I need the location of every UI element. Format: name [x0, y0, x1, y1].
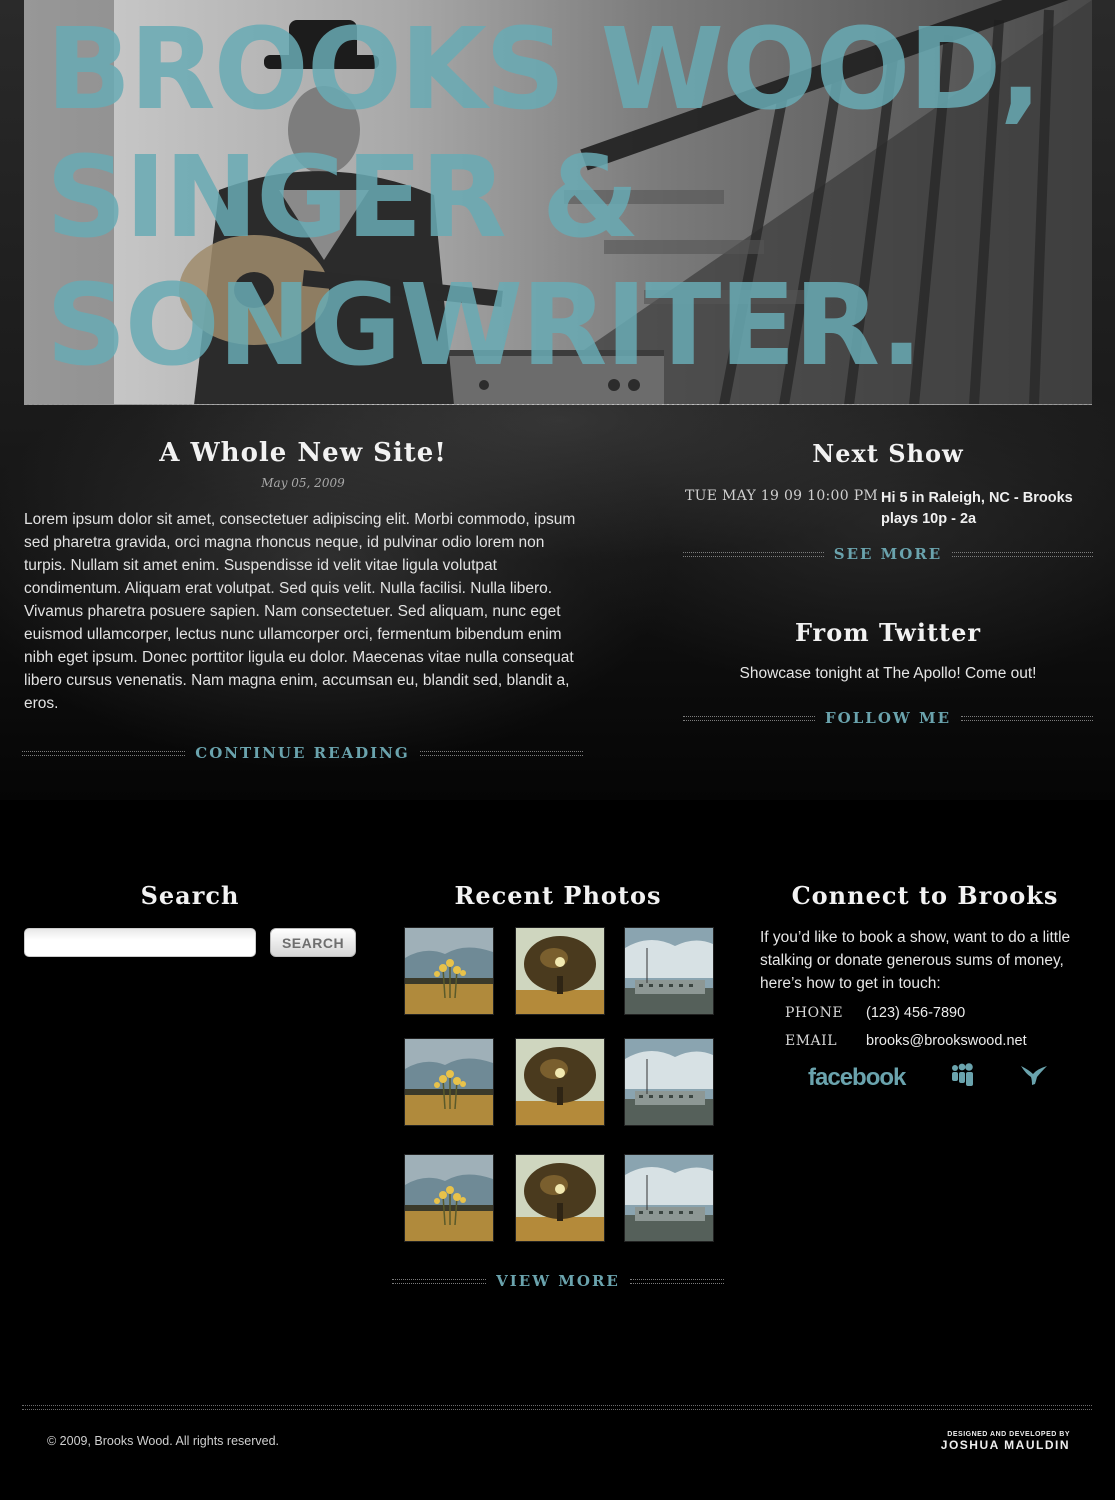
recent-photos-heading: Recent Photos: [454, 881, 662, 910]
follow-me-link[interactable]: Follow Me: [815, 709, 961, 727]
factory-sky-image: [625, 928, 713, 1014]
follow-me-divider: Follow Me: [683, 708, 1094, 728]
search-button[interactable]: SEARCH: [270, 928, 356, 957]
hero-title: Brooks Wood, Singer & Songwriter.: [46, 6, 1086, 390]
connect-heading: Connect to Brooks: [791, 881, 1059, 910]
post-date: May 05, 2009: [261, 476, 345, 490]
social-links: facebook: [758, 1063, 1092, 1092]
oak-tree-image: [516, 1155, 604, 1241]
oak-tree-image: [516, 1039, 604, 1125]
blog-post: A Whole New Site! May 05, 2009 Lorem ips…: [24, 436, 582, 715]
divider-line: [961, 715, 1094, 721]
photo-thumbnail[interactable]: [625, 1155, 713, 1241]
divider-line: [419, 750, 583, 756]
phone-row: PHONE (123) 456-7890: [758, 1005, 1092, 1021]
divider-line: [629, 1278, 725, 1284]
photo-thumbnail[interactable]: [405, 1155, 493, 1241]
divider-line: [683, 715, 816, 721]
hero-title-line-3: Songwriter.: [46, 261, 923, 391]
search-section: Search SEARCH: [24, 880, 356, 957]
twitter-bird-icon[interactable]: [1019, 1064, 1049, 1091]
email-value[interactable]: brooks@brookswood.net: [866, 1033, 1027, 1049]
myspace-icon[interactable]: [949, 1063, 974, 1092]
show-entry[interactable]: TUE MAY 19 09 10:00 PM Hi 5 in Raleigh, …: [683, 488, 1093, 530]
flowers-field-image: [405, 1039, 493, 1125]
photo-thumbnail[interactable]: [625, 1039, 713, 1125]
photo-thumbnail[interactable]: [405, 928, 493, 1014]
twitter-section: From Twitter Showcase tonight at The Apo…: [683, 617, 1093, 683]
hero-banner: Brooks Wood, Singer & Songwriter.: [24, 0, 1092, 405]
continue-reading-link[interactable]: Continue Reading: [185, 744, 419, 762]
phone-value[interactable]: (123) 456-7890: [866, 1005, 965, 1021]
phone-label: PHONE: [785, 1005, 844, 1021]
show-date: TUE MAY 19 09 10:00 PM: [685, 488, 879, 504]
oak-tree-image: [516, 928, 604, 1014]
search-input[interactable]: [24, 928, 256, 957]
post-body: Lorem ipsum dolor sit amet, consectetuer…: [24, 511, 576, 712]
hero-title-line-2: Singer &: [46, 133, 639, 263]
divider-line: [22, 750, 186, 756]
divider-line: [392, 1278, 487, 1284]
flowers-field-image: [405, 928, 493, 1014]
email-row: EMAIL brooks@brookswood.net: [758, 1033, 1092, 1049]
search-heading: Search: [140, 881, 240, 910]
email-label: EMAIL: [785, 1033, 837, 1049]
next-show-heading: Next Show: [812, 439, 964, 468]
see-more-divider: See More: [683, 544, 1093, 564]
latest-tweet: Showcase tonight at The Apollo! Come out…: [739, 665, 1037, 682]
factory-sky-image: [625, 1155, 713, 1241]
photo-thumbnail[interactable]: [516, 928, 604, 1014]
connect-section: Connect to Brooks If you’d like to book …: [758, 880, 1092, 1092]
photo-thumbnail[interactable]: [625, 928, 713, 1014]
recent-photos-section: Recent Photos: [392, 880, 724, 912]
credit-caption: DESIGNED AND DEVELOPED BY: [947, 1431, 1070, 1438]
twitter-heading: From Twitter: [794, 618, 982, 647]
connect-intro: If you’d like to book a show, want to do…: [760, 929, 1071, 992]
designer-credit[interactable]: DESIGNED AND DEVELOPED BY JOSHUA MAULDIN: [940, 1431, 1070, 1452]
view-more-divider: View More: [392, 1271, 725, 1291]
post-title: A Whole New Site!: [159, 438, 447, 468]
divider-line: [952, 551, 1093, 557]
footer-divider: [22, 1405, 1092, 1410]
next-show-section: Next Show TUE MAY 19 09 10:00 PM Hi 5 in…: [683, 438, 1093, 530]
photo-thumbnail[interactable]: [405, 1039, 493, 1125]
photo-thumbnail[interactable]: [516, 1039, 604, 1125]
factory-sky-image: [625, 1039, 713, 1125]
divider-line: [683, 551, 824, 557]
hero-title-line-1: Brooks Wood,: [46, 5, 1042, 135]
copyright-text: © 2009, Brooks Wood. All rights reserved…: [47, 1434, 280, 1448]
photo-thumbnail[interactable]: [516, 1155, 604, 1241]
flowers-field-image: [405, 1155, 493, 1241]
credit-name: JOSHUA MAULDIN: [940, 1438, 1070, 1452]
show-description: Hi 5 in Raleigh, NC - Brooks plays 10p -…: [881, 490, 1073, 527]
continue-reading-divider: Continue Reading: [22, 743, 583, 763]
view-more-link[interactable]: View More: [486, 1272, 630, 1290]
see-more-link[interactable]: See More: [824, 545, 953, 563]
search-form: SEARCH: [24, 928, 356, 957]
facebook-icon[interactable]: facebook: [808, 1064, 906, 1092]
